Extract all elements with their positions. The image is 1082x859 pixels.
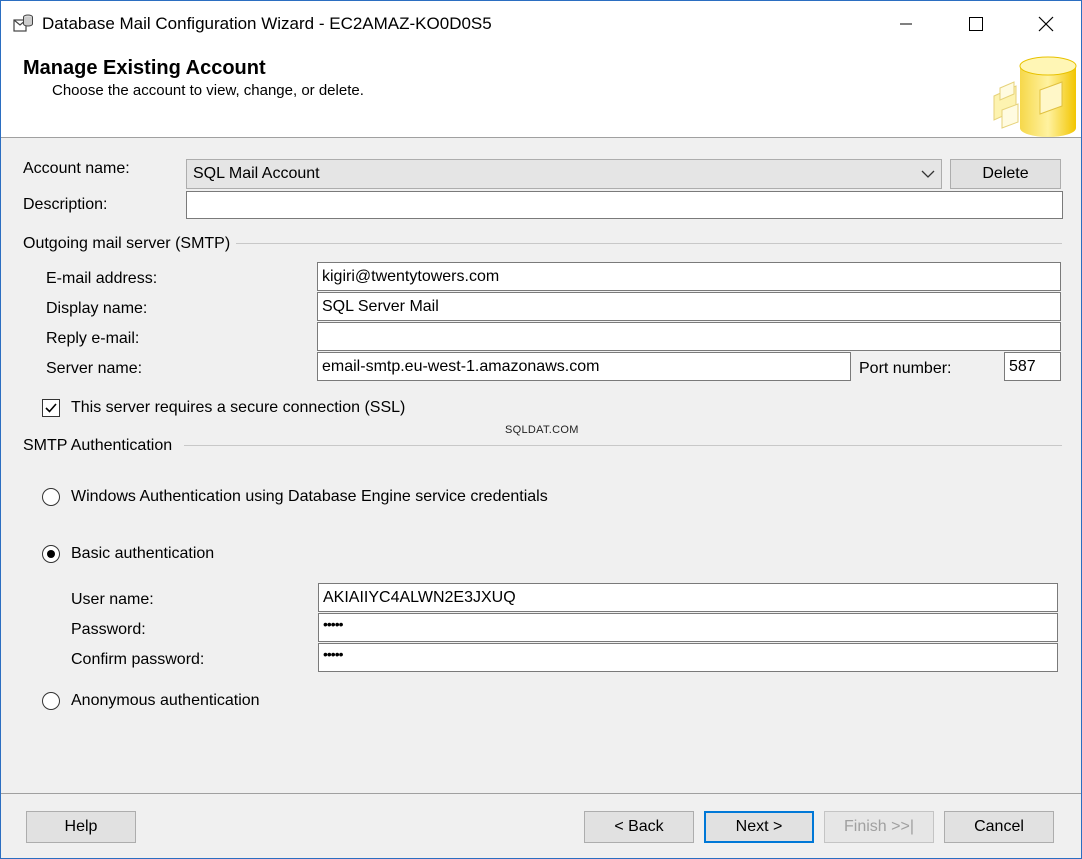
basic-auth-label[interactable]: Basic authentication	[71, 545, 214, 563]
account-name-label: Account name:	[23, 160, 130, 177]
chevron-down-icon	[921, 170, 935, 178]
close-icon	[1038, 16, 1054, 32]
auth-group-divider	[184, 445, 1062, 446]
windows-auth-label[interactable]: Windows Authentication using Database En…	[71, 488, 548, 506]
anonymous-auth-label[interactable]: Anonymous authentication	[71, 692, 260, 710]
description-field[interactable]	[186, 191, 1063, 219]
close-button[interactable]	[1017, 0, 1075, 48]
cancel-button[interactable]: Cancel	[944, 811, 1054, 843]
finish-button[interactable]: Finish >>|	[824, 811, 934, 843]
page-title: Manage Existing Account	[23, 57, 266, 79]
smtp-group-divider	[236, 243, 1062, 244]
database-banner-icon	[990, 48, 1082, 137]
server-name-label: Server name:	[46, 360, 143, 377]
next-button[interactable]: Next >	[704, 811, 814, 843]
email-label: E-mail address:	[46, 270, 158, 287]
delete-button[interactable]: Delete	[950, 159, 1061, 189]
database-mail-icon	[13, 14, 33, 32]
footer-divider	[0, 793, 1082, 794]
account-name-select[interactable]: SQL Mail Account	[186, 159, 942, 189]
username-label: User name:	[71, 591, 154, 608]
display-name-field[interactable]: SQL Server Mail	[317, 292, 1061, 321]
port-number-label: Port number:	[859, 360, 952, 377]
auth-group-label: SMTP Authentication	[23, 437, 173, 454]
help-button[interactable]: Help	[26, 811, 136, 843]
display-name-label: Display name:	[46, 300, 148, 317]
ssl-label[interactable]: This server requires a secure connection…	[71, 399, 405, 417]
username-field[interactable]: AKIAIIYC4ALWN2E3JXUQ	[318, 583, 1058, 612]
server-name-field[interactable]: email-smtp.eu-west-1.amazonaws.com	[317, 352, 851, 381]
smtp-group-label: Outgoing mail server (SMTP)	[23, 235, 231, 252]
anonymous-auth-radio[interactable]	[42, 692, 60, 710]
windows-auth-radio[interactable]	[42, 488, 60, 506]
password-field[interactable]: •••••	[318, 613, 1058, 642]
radio-selected-dot	[47, 550, 55, 558]
page-subtitle: Choose the account to view, change, or d…	[52, 82, 364, 99]
port-number-field[interactable]: 587	[1004, 352, 1061, 381]
ssl-checkbox[interactable]	[42, 399, 60, 417]
password-label: Password:	[71, 621, 146, 638]
description-label: Description:	[23, 196, 108, 213]
email-field[interactable]: kigiri@twentytowers.com	[317, 262, 1061, 291]
watermark-text: SQLDAT.COM	[505, 424, 579, 436]
confirm-password-label: Confirm password:	[71, 651, 205, 668]
reply-email-label: Reply e-mail:	[46, 330, 140, 347]
account-name-value: SQL Mail Account	[193, 165, 320, 182]
window-title: Database Mail Configuration Wizard - EC2…	[42, 14, 492, 33]
maximize-button[interactable]	[947, 0, 1005, 48]
reply-email-field[interactable]	[317, 322, 1061, 351]
back-button[interactable]: < Back	[584, 811, 694, 843]
checkmark-icon	[45, 403, 57, 413]
minimize-button[interactable]	[877, 0, 935, 48]
maximize-icon	[969, 17, 983, 31]
minimize-icon	[900, 23, 912, 25]
basic-auth-radio[interactable]	[42, 545, 60, 563]
confirm-password-field[interactable]: •••••	[318, 643, 1058, 672]
